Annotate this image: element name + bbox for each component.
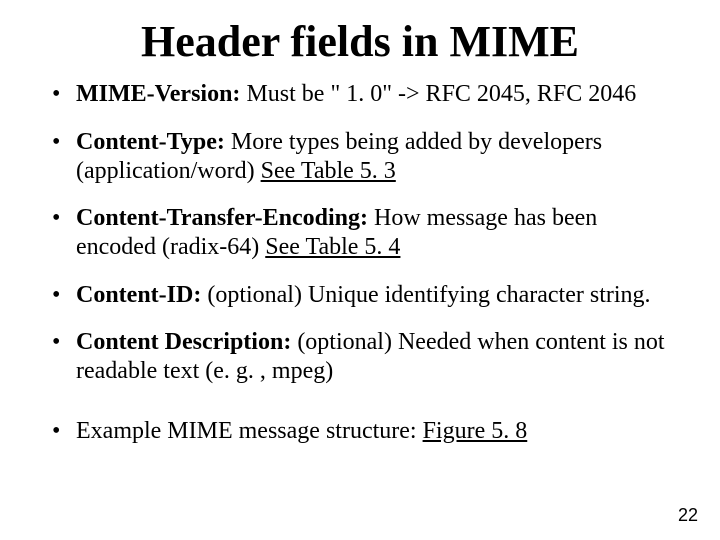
bullet-rest: Example MIME message structure: (76, 418, 423, 444)
bullet-item: Example MIME message structure: Figure 5… (50, 417, 676, 446)
slide: Header fields in MIME MIME-Version: Must… (0, 0, 720, 540)
bullet-item: Content-Type: More types being added by … (50, 128, 676, 187)
page-number: 22 (678, 505, 698, 526)
bullet-lead: Content-Type: (76, 129, 225, 155)
bullet-rest: (optional) Unique identifying character … (201, 282, 650, 308)
bullet-lead: Content-ID: (76, 282, 201, 308)
bullet-ref: See Table 5. 3 (261, 158, 396, 184)
bullet-list: MIME-Version: Must be " 1. 0" -> RFC 204… (40, 80, 680, 445)
slide-title: Header fields in MIME (40, 18, 680, 66)
bullet-item: MIME-Version: Must be " 1. 0" -> RFC 204… (50, 80, 676, 109)
bullet-item: Content Description: (optional) Needed w… (50, 328, 676, 387)
bullet-lead: Content Description: (76, 329, 291, 355)
bullet-ref: Figure 5. 8 (423, 418, 528, 444)
bullet-item: Content-Transfer-Encoding: How message h… (50, 204, 676, 263)
bullet-ref: See Table 5. 4 (265, 234, 400, 260)
bullet-item: Content-ID: (optional) Unique identifyin… (50, 281, 676, 310)
bullet-lead: Content-Transfer-Encoding: (76, 205, 368, 231)
bullet-rest: Must be " 1. 0" -> RFC 2045, RFC 2046 (240, 81, 636, 107)
bullet-lead: MIME-Version: (76, 81, 240, 107)
